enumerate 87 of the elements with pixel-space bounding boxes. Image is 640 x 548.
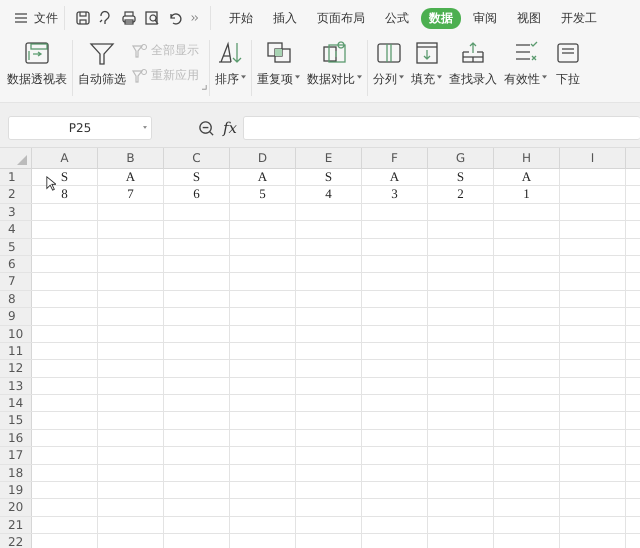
menu-icon [14,11,28,25]
ribbon-tab[interactable]: 视图 [509,8,549,28]
caret-icon [295,74,300,78]
table-cell: 4 [325,186,332,202]
table-cell: 2 [457,186,464,202]
ribbon-button[interactable]: 排序 [212,38,249,90]
row-header[interactable]: 20 [0,499,32,516]
table-cell: A [258,169,268,184]
caret-icon [437,74,442,78]
column-header[interactable]: F [362,148,428,168]
row-header[interactable]: 17 [0,447,32,464]
row-header[interactable]: 5 [0,238,32,255]
table-cell: 3 [391,186,398,202]
name-box[interactable]: P25 [8,116,152,140]
table-cell: S [456,169,464,184]
ribbon-button[interactable]: 分列 [370,38,407,90]
print-preview-icon[interactable] [144,10,160,26]
table-cell: A [522,169,532,184]
row-header[interactable]: 11 [0,342,32,360]
table-cell: 8 [61,186,68,202]
reapply-filter-icon [132,68,148,84]
table-cell: 1 [523,186,530,202]
file-menu[interactable]: 文件 [0,6,65,30]
column-header[interactable]: G [428,148,494,168]
row-header[interactable]: 22 [0,534,32,548]
dialog-launcher-icon[interactable] [202,85,207,90]
column-header[interactable]: E [296,148,362,168]
ribbon-tab[interactable]: 开始 [221,8,261,28]
corner-triangle-icon [17,155,27,165]
table-cell: A [126,169,136,184]
ribbon-tab[interactable]: 审阅 [465,8,505,28]
row-header[interactable]: 12 [0,360,32,377]
column-header[interactable]: H [494,148,560,168]
ribbon-button[interactable]: 有效性 [501,38,550,90]
row-header[interactable]: 6 [0,256,32,272]
caret-icon [542,74,547,78]
ribbon-button[interactable]: 填充 [408,38,445,90]
row-header[interactable]: 19 [0,482,32,498]
row-header[interactable]: 3 [0,204,32,220]
row-header[interactable]: 2 [0,186,32,203]
column-header[interactable]: C [164,148,230,168]
row-header[interactable]: 8 [0,290,32,308]
table-cell: 7 [127,186,134,202]
mouse-cursor-icon [46,176,56,191]
function-button[interactable]: fx [223,119,238,137]
zoom-out-icon[interactable] [198,120,215,136]
row-header[interactable]: 16 [0,430,32,446]
table-cell: S [192,169,200,184]
ribbon-button[interactable]: 自动筛选 [75,38,129,90]
row-header[interactable]: 4 [0,221,32,238]
formula-input[interactable] [243,116,640,140]
row-header[interactable]: 13 [0,378,32,394]
ribbon-button[interactable]: 数据对比 [304,38,365,90]
ribbon-tab[interactable]: 页面布局 [309,8,373,28]
pivot-table-icon [23,40,51,66]
column-header[interactable]: A [32,148,98,168]
table-cell: S [60,169,68,184]
caret-icon [241,74,246,78]
ribbon-tab[interactable]: 插入 [265,8,305,28]
ribbon-button[interactable]: 下拉 [551,38,585,90]
ribbon-button[interactable]: 查找录入 [446,38,500,90]
column-header[interactable]: B [98,148,164,168]
row-header[interactable]: 14 [0,395,32,412]
print-icon[interactable] [121,10,137,26]
row-header[interactable]: 1 [0,169,32,186]
table-cell: 6 [193,186,200,202]
ribbon-tab[interactable]: 公式 [377,8,417,28]
row-header[interactable]: 10 [0,326,32,342]
caret-icon [357,74,362,78]
ribbon-button[interactable]: 重复项 [254,38,303,90]
ribbon-tab[interactable]: 开发工 [553,8,605,28]
table-cell: A [390,169,400,184]
caret-icon [399,74,404,78]
table-cell: S [324,169,332,184]
row-header[interactable]: 15 [0,412,32,429]
column-header[interactable]: I [560,148,626,168]
column-header[interactable]: D [230,148,296,168]
show-all-filter-icon [132,42,148,58]
row-header[interactable]: 18 [0,464,32,482]
more-icon[interactable] [190,13,200,23]
row-header[interactable]: 21 [0,516,32,534]
caret-icon [143,126,147,129]
row-header[interactable]: 9 [0,308,32,325]
table-cell: 5 [259,186,266,202]
ribbon-button[interactable]: 数据透视表 [4,38,70,90]
row-header[interactable]: 7 [0,273,32,290]
save-icon[interactable] [75,10,91,26]
